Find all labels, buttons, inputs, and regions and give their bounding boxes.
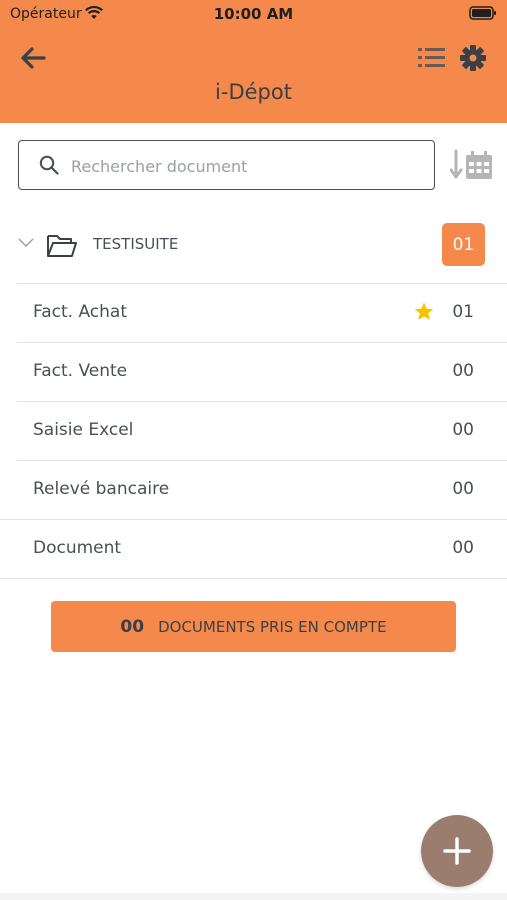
search-icon — [39, 155, 59, 175]
battery-icon — [469, 6, 496, 20]
star-icon[interactable] — [414, 302, 434, 321]
status-bar: Opérateur 10:00 AM — [0, 0, 507, 28]
category-label: Document — [33, 538, 122, 558]
folder-name: TESTISUITE — [93, 235, 179, 253]
category-count: 00 — [452, 479, 474, 499]
folder-row[interactable]: TESTISUITE 01 — [0, 220, 507, 270]
category-label: Fact. Achat — [33, 302, 127, 322]
app-header: Opérateur 10:00 AM i-Dépot — [0, 0, 507, 123]
documents-label: DOCUMENTS PRIS EN COMPTE — [158, 617, 387, 636]
list-icon[interactable] — [418, 47, 446, 69]
folder-count-badge: 01 — [442, 223, 485, 266]
sort-by-date-icon[interactable] — [450, 148, 494, 184]
category-label: Saisie Excel — [33, 420, 134, 440]
back-arrow-icon[interactable] — [20, 46, 46, 70]
gear-icon[interactable] — [460, 45, 486, 71]
category-count: 00 — [452, 361, 474, 381]
category-label: Relevé bancaire — [33, 479, 170, 499]
list-item[interactable]: Fact. Vente 00 — [17, 342, 507, 401]
category-count: 00 — [452, 420, 474, 440]
documents-count: 00 — [120, 616, 145, 637]
list-item[interactable]: Document 00 — [0, 519, 507, 579]
category-label: Fact. Vente — [33, 361, 128, 381]
folder-icon — [47, 235, 77, 257]
search-box[interactable] — [18, 140, 435, 190]
category-list: Fact. Achat 01 Fact. Vente 00 Saisie Exc… — [0, 283, 507, 579]
bottom-divider — [0, 893, 507, 900]
documents-taken-button[interactable]: 00 DOCUMENTS PRIS EN COMPTE — [51, 601, 456, 652]
search-input[interactable] — [69, 153, 423, 179]
add-button[interactable] — [421, 815, 493, 887]
category-count: 00 — [452, 538, 474, 558]
page-title: i-Dépot — [215, 80, 292, 104]
list-item[interactable]: Relevé bancaire 00 — [17, 460, 507, 519]
list-item[interactable]: Saisie Excel 00 — [17, 401, 507, 460]
list-item[interactable]: Fact. Achat 01 — [17, 283, 507, 342]
chevron-down-icon[interactable] — [18, 238, 34, 248]
plus-icon — [443, 837, 471, 865]
clock: 10:00 AM — [213, 5, 294, 23]
category-count: 01 — [452, 302, 474, 322]
